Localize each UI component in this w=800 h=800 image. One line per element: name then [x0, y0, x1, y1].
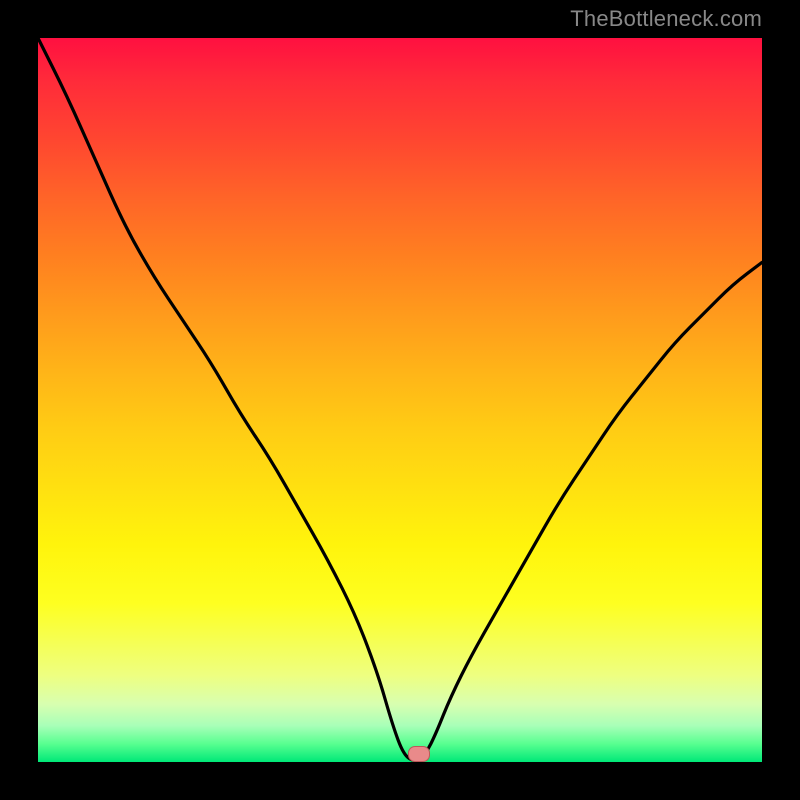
optimal-point-marker: [408, 746, 430, 762]
bottleneck-curve: [38, 38, 762, 762]
plot-area: [38, 38, 762, 762]
chart-frame: TheBottleneck.com: [0, 0, 800, 800]
watermark-text: TheBottleneck.com: [570, 6, 762, 32]
